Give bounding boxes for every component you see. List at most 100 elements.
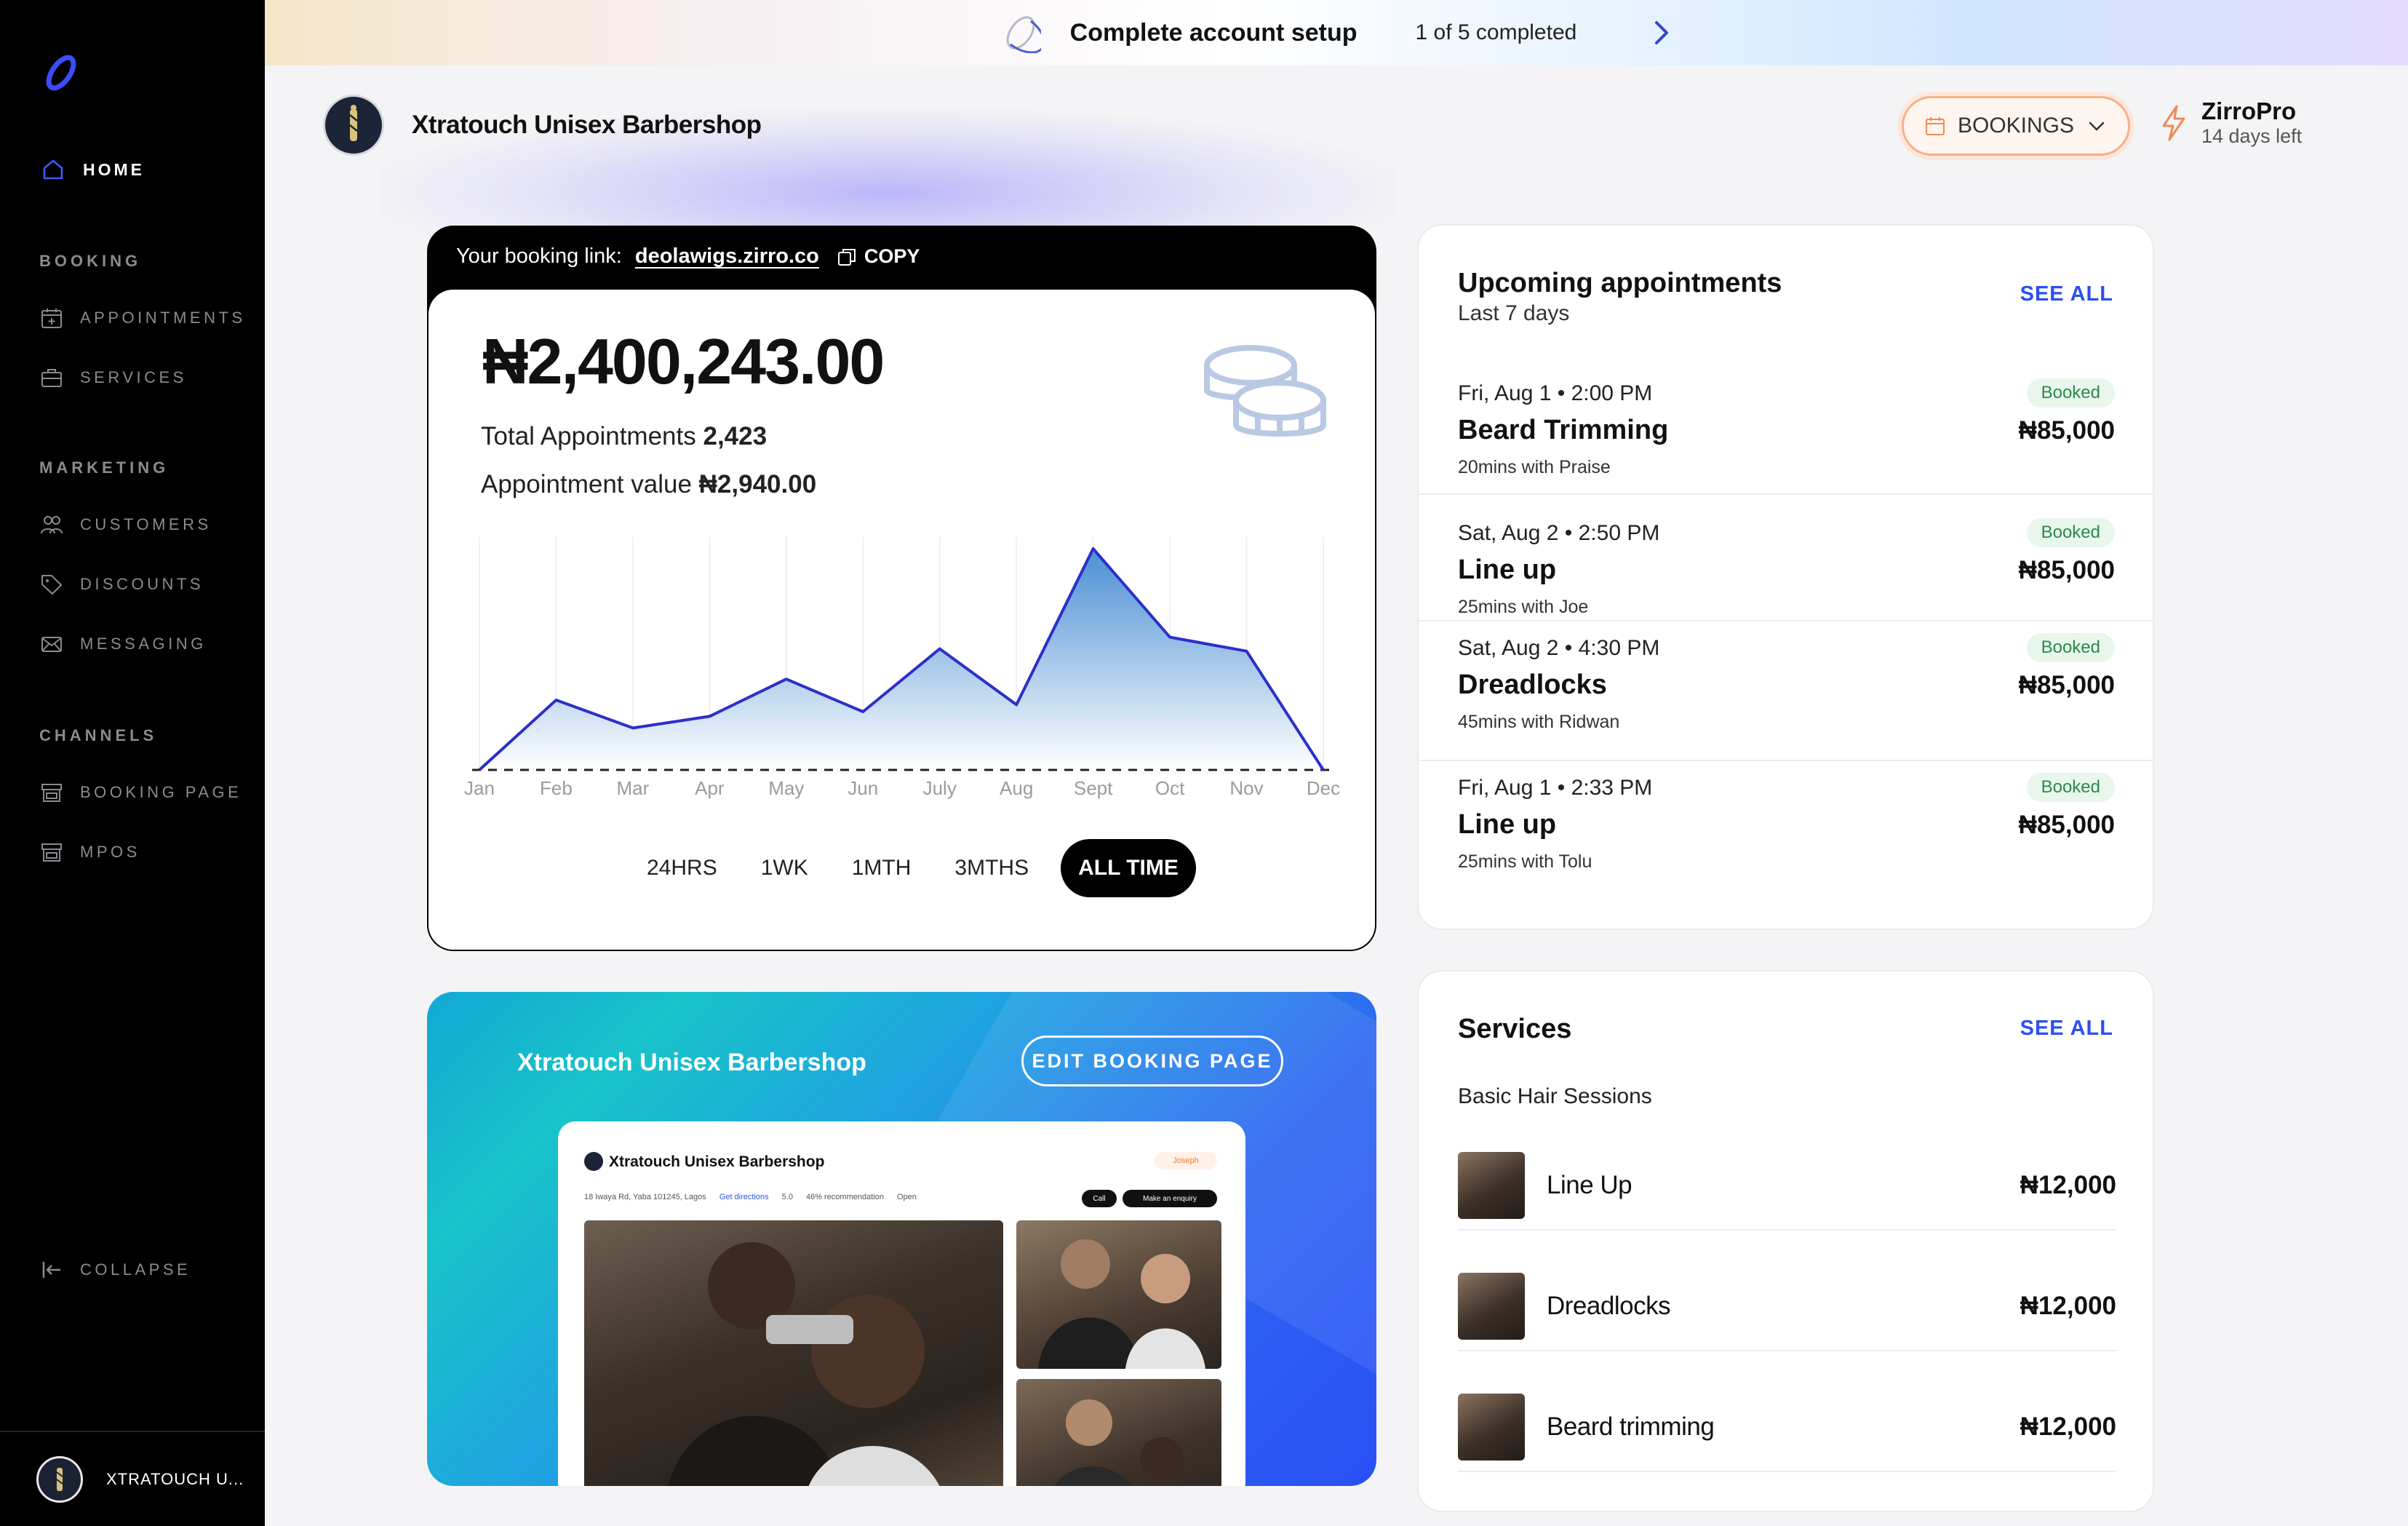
- appointment-date: Fri, Aug 1 • 2:33 PM: [1458, 776, 1653, 800]
- appointment-price: ₦85,000: [2018, 671, 2115, 699]
- revenue-chart: Jan Feb Mar Apr May Jun July Aug Sept Oct Nov Dec: [464, 537, 1340, 799]
- service-row[interactable]: Beard trimming ₦12,000: [1458, 1391, 2116, 1472]
- service-name: Dreadlocks: [1547, 1292, 1671, 1320]
- booking-link-label: Your booking link:: [456, 245, 622, 268]
- appointment-row[interactable]: Sat, Aug 2 • 4:30 PM Dreadlocks 45mins w…: [1419, 621, 2154, 761]
- appointment-value: Appointment value ₦2,940.00: [481, 470, 816, 499]
- range-1mth[interactable]: 1MTH: [830, 839, 933, 897]
- x-tick-label: Nov: [1229, 777, 1263, 799]
- total-appointments-label: Total Appointments: [481, 422, 696, 450]
- tag-icon: [41, 575, 62, 595]
- sidebar-item-services[interactable]: SERVICES: [39, 365, 187, 390]
- progress-ring-icon: [1006, 16, 1041, 53]
- chevron-right-icon[interactable]: [1649, 18, 1673, 47]
- status-badge: Booked: [2026, 518, 2115, 547]
- appointments-subtitle: Last 7 days: [1458, 301, 1570, 325]
- service-row[interactable]: Dreadlocks ₦12,000: [1458, 1270, 2116, 1351]
- mail-icon: [41, 637, 62, 652]
- service-group-label: Basic Hair Sessions: [1458, 1084, 1652, 1108]
- upcoming-appointments-card: Upcoming appointments Last 7 days SEE AL…: [1417, 224, 2154, 930]
- appointment-service: Beard Trimming: [1458, 415, 1669, 445]
- calendar-icon: [1925, 117, 1945, 135]
- booking-link[interactable]: deolawigs.zirro.co: [635, 245, 819, 269]
- copy-button[interactable]: COPY: [837, 245, 920, 268]
- coins-icon: [1204, 345, 1326, 437]
- sidebar-section-marketing: MARKETING: [39, 458, 170, 477]
- preview-logo: [584, 1152, 603, 1171]
- appointment-value-value: ₦2,940.00: [698, 470, 817, 498]
- appointment-date: Sat, Aug 2 • 4:30 PM: [1458, 636, 1660, 660]
- preview-address: 18 Iwaya Rd, Yaba 101245, Lagos: [584, 1193, 706, 1201]
- collapse-button[interactable]: COLLAPSE: [39, 1257, 191, 1282]
- status-badge: Booked: [2026, 773, 2115, 802]
- account-switcher[interactable]: XTRATOUCH U...: [0, 1431, 265, 1526]
- sidebar-item-label: APPOINTMENTS: [80, 309, 246, 327]
- sidebar-item-customers[interactable]: CUSTOMERS: [39, 512, 212, 537]
- service-row[interactable]: Line Up ₦12,000: [1458, 1149, 2116, 1231]
- booking-link-bar: Your booking link: deolawigs.zirro.co CO…: [456, 245, 920, 269]
- sidebar-item-booking-page[interactable]: BOOKING PAGE: [39, 780, 242, 805]
- range-1wk[interactable]: 1WK: [739, 839, 830, 897]
- x-tick-label: July: [923, 777, 957, 799]
- appointment-row[interactable]: Fri, Aug 1 • 2:33 PM Line up 25mins with…: [1419, 761, 2154, 899]
- sidebar-item-messaging[interactable]: MESSAGING: [39, 632, 207, 656]
- booking-page-preview[interactable]: Xtratouch Unisex Barbershop Joseph 18 Iw…: [558, 1121, 1245, 1486]
- status-badge: Booked: [2026, 378, 2115, 408]
- appointments-see-all-link[interactable]: SEE ALL: [2020, 282, 2113, 306]
- revenue-panel: ₦2,400,243.00 Total Appointments 2,423 A…: [428, 290, 1375, 950]
- barber-pole-icon: [349, 105, 358, 141]
- preview-enquiry-button: Make an enquiry: [1123, 1190, 1217, 1207]
- appointment-value-label: Appointment value: [481, 470, 692, 498]
- users-icon: [41, 516, 63, 534]
- sidebar-item-label: BOOKING PAGE: [80, 783, 242, 801]
- services-see-all-link[interactable]: SEE ALL: [2020, 1017, 2113, 1041]
- service-price: ₦12,000: [2020, 1292, 2116, 1320]
- appointment-row[interactable]: Fri, Aug 1 • 2:00 PM Beard Trimming 20mi…: [1419, 355, 2154, 495]
- sidebar-item-label: HOME: [83, 159, 145, 179]
- x-tick-label: Apr: [695, 777, 725, 799]
- appointment-service: Line up: [1458, 555, 1557, 585]
- bookings-dropdown[interactable]: BOOKINGS: [1902, 96, 2130, 156]
- plan-indicator[interactable]: ZirroPro 14 days left: [2159, 98, 2302, 148]
- sidebar-item-appointments[interactable]: APPOINTMENTS: [39, 306, 246, 330]
- x-tick-label: Oct: [1155, 777, 1185, 799]
- setup-title: Complete account setup: [1069, 18, 1358, 47]
- service-price: ₦12,000: [2020, 1412, 2116, 1441]
- service-thumbnail: [1458, 1152, 1525, 1219]
- lightning-icon: [2162, 105, 2185, 140]
- booking-page-title: Xtratouch Unisex Barbershop: [517, 1049, 866, 1076]
- preview-status: Open: [896, 1193, 917, 1201]
- x-tick-label: Dec: [1307, 777, 1340, 799]
- sidebar-item-mpos[interactable]: MPOS: [39, 840, 140, 865]
- service-thumbnail: [1458, 1394, 1525, 1461]
- appointment-date: Fri, Aug 1 • 2:00 PM: [1458, 381, 1653, 405]
- account-setup-banner[interactable]: Complete account setup 1 of 5 completed: [265, 0, 2408, 65]
- range-3mths[interactable]: 3MTHS: [933, 839, 1050, 897]
- avatar: [36, 1455, 83, 1503]
- copy-icon: [837, 248, 856, 266]
- barber-photo-2: [1016, 1220, 1221, 1369]
- appointment-price: ₦85,000: [2018, 416, 2115, 445]
- preview-staff-badge: Joseph: [1155, 1152, 1217, 1169]
- sidebar-item-label: SERVICES: [80, 368, 187, 386]
- area-fill: [479, 549, 1323, 770]
- range-24hrs[interactable]: 24HRS: [625, 839, 739, 897]
- barber-pole-icon: [56, 1467, 63, 1491]
- sidebar-section-channels: CHANNELS: [39, 726, 158, 744]
- x-tick-label: Aug: [1000, 777, 1033, 799]
- appointment-row[interactable]: Sat, Aug 2 • 2:50 PM Line up 25mins with…: [1419, 495, 2154, 621]
- x-tick-label: Mar: [617, 777, 650, 799]
- appointments-title: Upcoming appointments: [1458, 268, 1782, 298]
- sidebar-item-label: CUSTOMERS: [80, 515, 212, 533]
- edit-booking-page-button[interactable]: EDIT BOOKING PAGE: [1021, 1036, 1283, 1086]
- business-avatar: [323, 95, 384, 156]
- sidebar-item-home[interactable]: HOME: [41, 157, 145, 182]
- plan-name: ZirroPro: [2201, 98, 2297, 124]
- app-logo-icon[interactable]: [38, 49, 84, 96]
- total-appointments-value: 2,423: [703, 422, 768, 450]
- appointment-detail: 45mins with Ridwan: [1458, 712, 1620, 732]
- sidebar-item-discounts[interactable]: DISCOUNTS: [39, 572, 204, 597]
- time-range-selector: 24HRS 1WK 1MTH 3MTHS ALL TIME: [625, 839, 1196, 897]
- setup-progress: 1 of 5 completed: [1415, 20, 1577, 44]
- range-all-time[interactable]: ALL TIME: [1061, 839, 1196, 897]
